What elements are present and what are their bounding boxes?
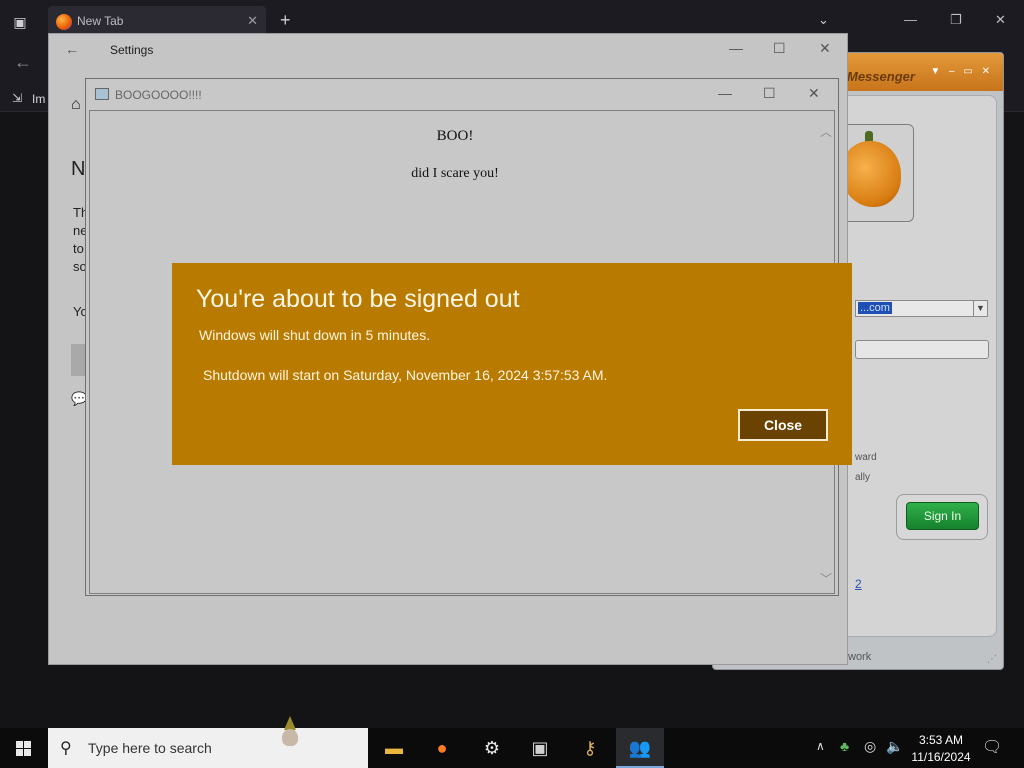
start-button[interactable] [0,728,48,768]
keys-icon[interactable]: ⚷ [566,728,614,768]
chevron-up-icon[interactable]: ︿ [820,123,832,140]
import-bookmarks-link[interactable]: Im [32,92,45,106]
search-icon: ⚲ [60,740,72,757]
speaker-icon[interactable]: 🔈 [886,738,903,755]
messenger-icon[interactable]: 👥 [616,728,664,768]
password-field[interactable] [855,340,989,359]
chevron-up-icon[interactable]: ∧ [816,739,825,753]
window-icon[interactable]: ▣ [516,728,564,768]
minimize-icon[interactable]: — [718,85,732,101]
chevron-down-icon[interactable]: ⌄ [818,12,829,28]
settings-heading: N [71,158,86,180]
messenger-title: Messenger [847,69,915,84]
gnome-desktop-pet [278,716,302,748]
tab-title: New Tab [77,14,124,28]
windows-logo-icon [16,741,31,756]
boo-text: did I scare you! [411,166,499,181]
minimize-icon[interactable]: — [729,40,743,56]
sign-in-button[interactable]: Sign In [906,502,979,530]
search-box[interactable]: ⚲ Type here to search [48,728,368,768]
notice-title: You're about to be signed out [196,285,520,313]
maximize-icon[interactable]: ☐ [763,85,776,102]
folder-icon[interactable]: ▬ [370,728,418,768]
network-status: work [848,651,872,663]
gear-icon[interactable]: ⚙ [468,728,516,768]
restore-icon[interactable]: ❐ [950,12,962,28]
maximize-icon[interactable]: ☐ [773,40,786,57]
minimize-icon[interactable]: — [904,12,917,27]
boo-titlebar: BOOGOOOO!!!! — ☐ ✕ [86,79,838,110]
clock-date[interactable]: 11/16/2024 [908,750,974,764]
home-icon[interactable]: ⌂ [71,96,81,114]
firefox-icon[interactable]: ● [418,728,466,768]
boo-heading: BOO! [436,128,474,144]
notice-schedule: Shutdown will start on Saturday, Novembe… [203,367,608,383]
close-icon[interactable]: ✕ [808,85,820,102]
search-input[interactable]: Type here to search [88,740,212,756]
new-tab-button[interactable]: + [280,10,291,31]
taskbar: ⚲ Type here to search ▬ ● ⚙ ▣ ⚷ 👥 ∧ ♣ ◎ … [0,728,1024,768]
messenger-link[interactable]: 2 [855,577,862,591]
settings-title: Settings [110,43,154,57]
close-button[interactable]: Close [738,409,828,441]
dropdown-arrow-icon[interactable]: ▼ [973,301,987,316]
email-field[interactable]: ...com ▼ [855,300,988,317]
back-arrow-icon[interactable]: ← [14,52,32,73]
pumpkin-image [841,141,901,207]
shutdown-notice-dialog: You're about to be signed out Windows wi… [172,263,852,465]
sign-in-automatically-option[interactable]: ally [855,472,870,483]
tab-close-icon[interactable]: ✕ [247,13,258,29]
window-app-icon [95,88,109,100]
tab-list-icon[interactable]: ▣ [10,12,30,32]
notice-message: Windows will shut down in 5 minutes. [199,327,431,343]
resize-grip-icon[interactable]: ⋰ [987,654,997,665]
messenger-window-controls[interactable]: ▼ – ▭ ✕ [930,66,993,77]
import-icon: ⇲ [12,91,23,105]
gnome-face [282,729,298,746]
messenger-tray-icon[interactable]: ♣ [840,738,849,754]
remember-password-option[interactable]: ward [855,452,877,463]
firefox-icon [56,14,72,30]
back-arrow-icon[interactable]: ← [65,41,79,57]
close-icon[interactable]: ✕ [819,40,831,57]
network-icon[interactable]: ◎ [864,738,876,755]
close-icon[interactable]: ✕ [995,12,1006,28]
email-selected-text: ...com [858,302,892,314]
notification-icon[interactable]: 🗨 [982,737,1002,757]
boo-title: BOOGOOOO!!!! [115,88,202,102]
gnome-hat [284,716,296,730]
sign-in-frame: Sign In [896,494,988,540]
chevron-down-icon[interactable]: ﹀ [820,570,832,587]
clock-time[interactable]: 3:53 AM [912,733,970,747]
